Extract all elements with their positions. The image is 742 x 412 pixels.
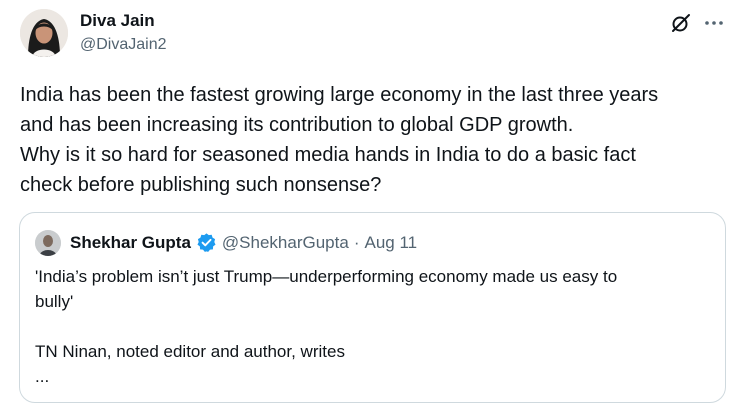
quoted-text-line bbox=[35, 314, 715, 339]
quoted-author-handle: @ShekharGupta bbox=[221, 232, 349, 252]
quoted-tweet-date: Aug 11 bbox=[364, 232, 418, 252]
tweet-text-line: Why is it so hard for seasoned media han… bbox=[20, 144, 636, 166]
tweet-card: Diva Jain @DivaJain2 India has been the … bbox=[0, 0, 742, 412]
author-name[interactable]: Diva Jain bbox=[80, 11, 155, 31]
quoted-text-line: bully' bbox=[35, 292, 74, 311]
quoted-author-avatar bbox=[35, 230, 61, 256]
quoted-text-line: 'India’s problem isn’t just Trump—underp… bbox=[35, 267, 618, 286]
quoted-author-name: Shekhar Gupta bbox=[70, 232, 191, 252]
author-handle[interactable]: @DivaJain2 bbox=[80, 36, 167, 54]
tweet-text-line: check before publishing such nonsense? bbox=[20, 174, 382, 196]
author-avatar[interactable] bbox=[20, 9, 68, 57]
quoted-tweet[interactable]: Shekhar Gupta @ShekharGupta · Aug 11 'In… bbox=[19, 212, 726, 403]
author-avatar-image bbox=[20, 9, 68, 57]
separator-dot: · bbox=[353, 232, 360, 252]
quoted-text-line: ... bbox=[35, 367, 50, 386]
tweet-text: India has been the fastest growing large… bbox=[20, 80, 730, 200]
tweet-text-line: and has been increasing its contribution… bbox=[20, 114, 574, 136]
more-horizontal-icon[interactable] bbox=[702, 11, 726, 35]
grok-icon[interactable] bbox=[669, 11, 693, 35]
quoted-tweet-text: 'India’s problem isn’t just Trump—underp… bbox=[35, 264, 715, 389]
quoted-tweet-header: Shekhar Gupta @ShekharGupta · Aug 11 bbox=[70, 232, 417, 253]
tweet-text-line: India has been the fastest growing large… bbox=[20, 84, 659, 106]
quoted-text-line: TN Ninan, noted editor and author, write… bbox=[35, 342, 345, 361]
verified-badge-icon bbox=[196, 232, 217, 253]
